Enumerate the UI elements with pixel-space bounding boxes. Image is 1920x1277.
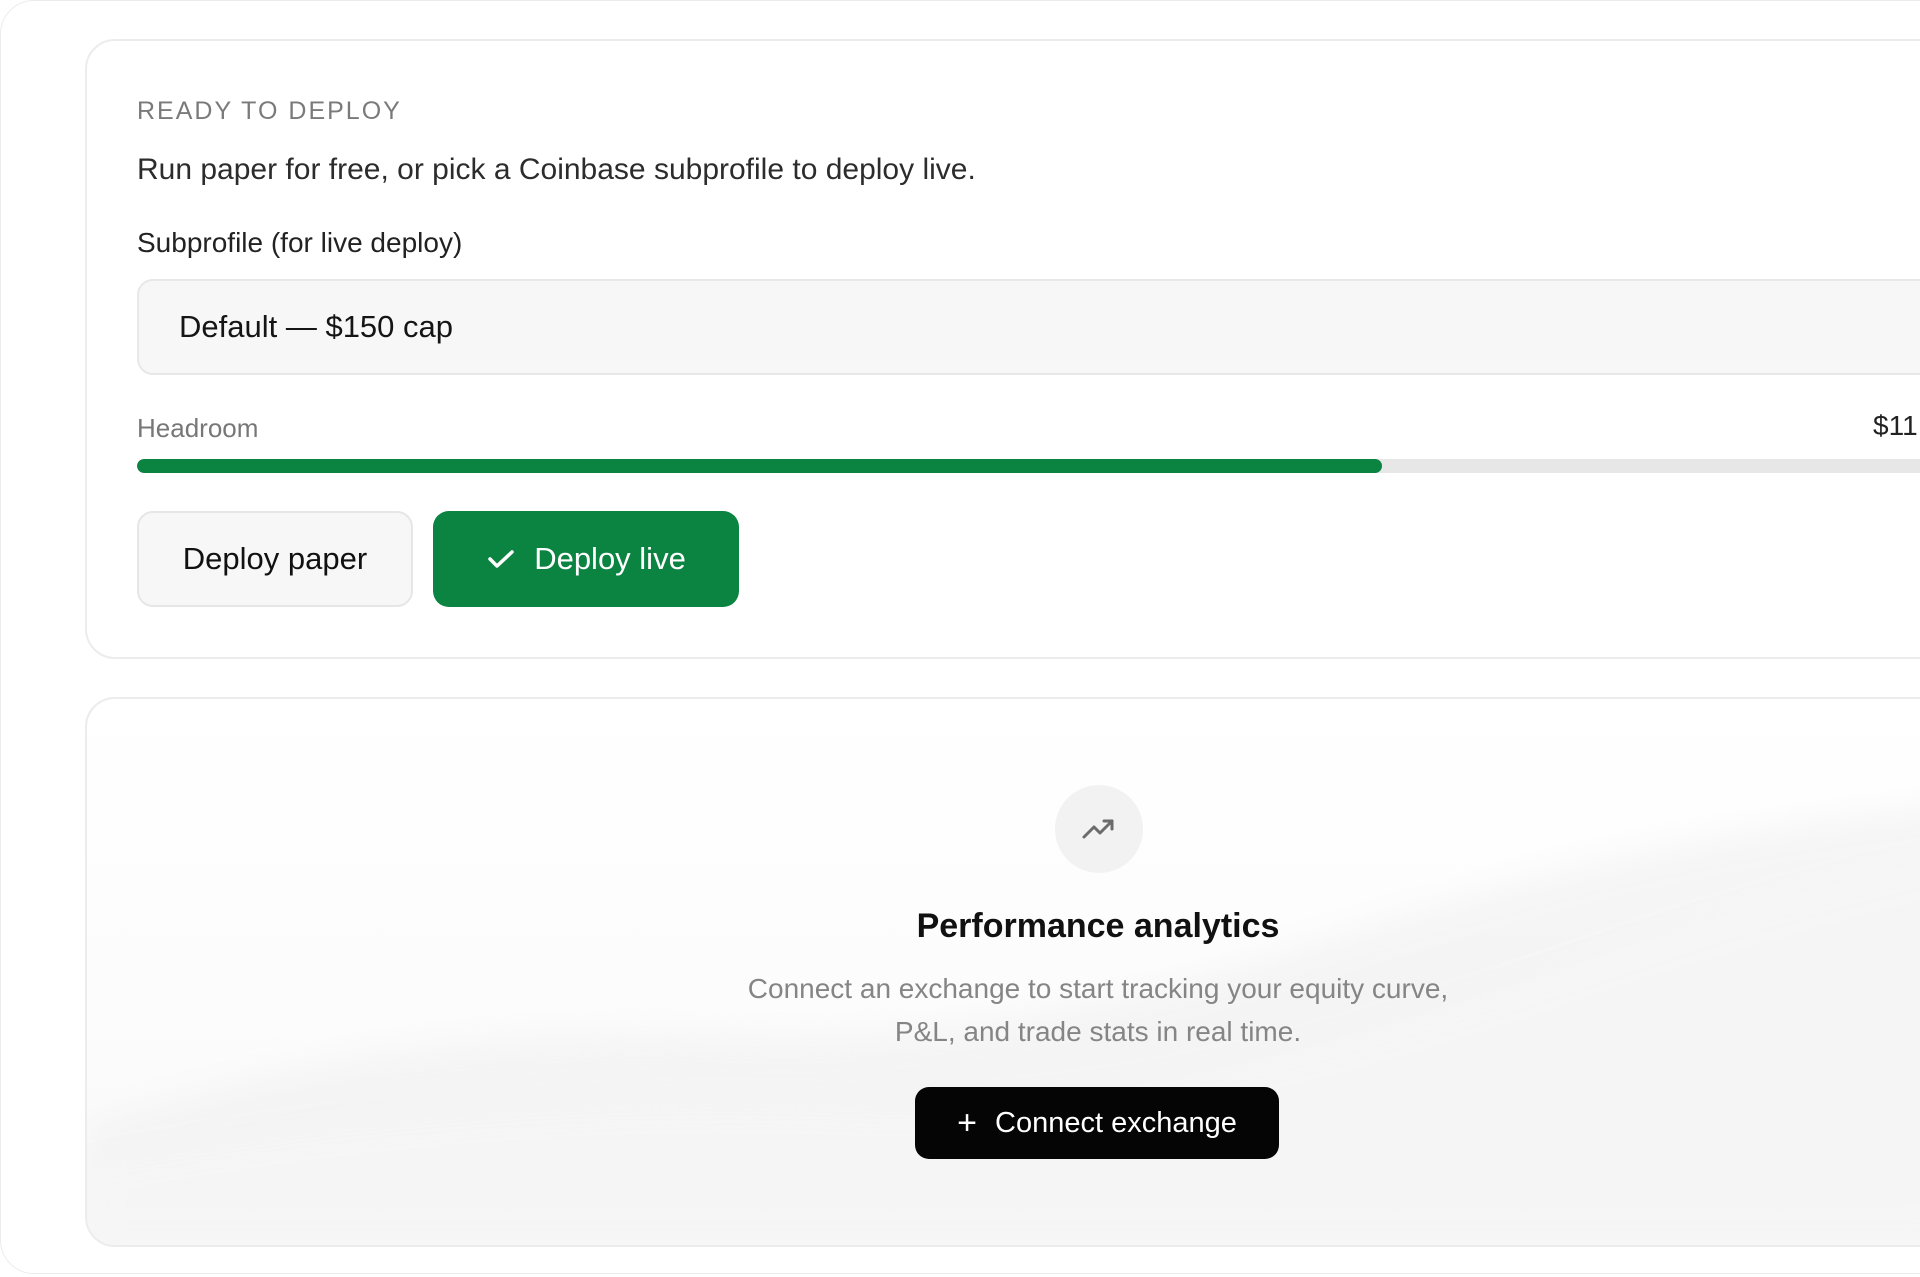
subprofile-selected-value: Default — $150 cap xyxy=(179,309,454,344)
deploy-paper-label: Deploy paper xyxy=(182,541,368,576)
section-eyebrow: READY TO DEPLOY xyxy=(137,97,402,125)
analytics-description-line-2: P&L, and trade stats in real time. xyxy=(894,1016,1302,1047)
app-window: READY TO DEPLOY Run paper for free, or p… xyxy=(0,0,1920,1274)
deploy-intro-text: Run paper for free, or pick a Coinbase s… xyxy=(137,153,976,186)
trending-up-icon xyxy=(1082,819,1114,839)
plus-icon: + xyxy=(957,1104,977,1142)
analytics-title: Performance analytics xyxy=(916,907,1280,945)
connect-exchange-label: Connect exchange xyxy=(995,1106,1237,1139)
analytics-description: Connect an exchange to start tracking yo… xyxy=(87,967,1920,1053)
deploy-live-label: Deploy live xyxy=(534,541,686,576)
performance-analytics-card: Performance analytics Connect an exchang… xyxy=(85,697,1920,1247)
deploy-live-button[interactable]: Deploy live xyxy=(433,511,739,607)
deploy-card: READY TO DEPLOY Run paper for free, or p… xyxy=(85,39,1920,659)
headroom-label: Headroom xyxy=(137,413,259,443)
connect-exchange-button[interactable]: + Connect exchange xyxy=(915,1087,1279,1159)
subprofile-label: Subprofile (for live deploy) xyxy=(137,227,463,258)
headroom-progress-fill xyxy=(137,459,1382,473)
deploy-paper-button[interactable]: Deploy paper xyxy=(137,511,413,607)
headroom-progress-bar xyxy=(137,459,1920,473)
analytics-description-line-1: Connect an exchange to start tracking yo… xyxy=(747,973,1449,1004)
subprofile-select[interactable]: Default — $150 cap xyxy=(137,279,1920,375)
check-icon xyxy=(488,550,514,568)
headroom-value: $11 xyxy=(1873,410,1918,441)
analytics-icon-badge xyxy=(1055,785,1143,873)
